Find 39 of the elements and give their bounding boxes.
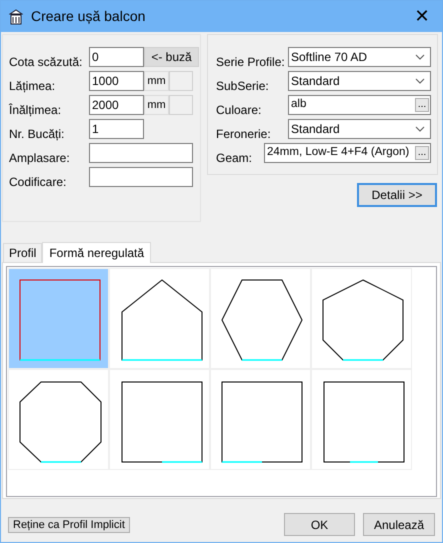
field-label: Nr. Bucăți: bbox=[9, 127, 66, 141]
building-icon bbox=[9, 8, 23, 24]
input-field[interactable] bbox=[89, 143, 193, 163]
input-field[interactable] bbox=[89, 167, 193, 187]
chevron-down-icon bbox=[415, 54, 425, 60]
input-field[interactable]: 1000 bbox=[89, 71, 144, 91]
chevron-down-icon bbox=[415, 126, 425, 132]
tab[interactable]: Profil bbox=[3, 243, 42, 262]
picker-field[interactable]: 24mm, Low-E 4+F4 (Argon) ... bbox=[264, 143, 431, 163]
field-label: Lățimea: bbox=[9, 79, 56, 93]
field-label: Feronerie: bbox=[216, 127, 272, 141]
chevron-down-icon bbox=[415, 78, 425, 84]
dropdown[interactable]: Softline 70 AD bbox=[288, 47, 431, 67]
field-label: Codificare: bbox=[9, 175, 68, 189]
input-field[interactable]: 0 bbox=[89, 47, 144, 67]
dropdown[interactable]: Standard bbox=[288, 119, 431, 139]
picker-field[interactable]: alb ... bbox=[288, 95, 431, 115]
cancel-button[interactable]: Anulează bbox=[363, 513, 435, 536]
unit-label: mm bbox=[144, 71, 169, 91]
details-button[interactable]: Detalii >> bbox=[357, 183, 437, 207]
input-field[interactable]: 2000 bbox=[89, 95, 144, 115]
lip-button[interactable]: <- buză bbox=[144, 47, 199, 67]
close-button[interactable]: ✕ bbox=[402, 1, 442, 32]
window-title: Creare ușă balcon bbox=[31, 7, 146, 26]
field-label: Înălțimea: bbox=[9, 103, 62, 117]
set-default-button[interactable]: Reține ca Profil Implicit bbox=[8, 516, 130, 532]
input-field[interactable]: 1 bbox=[89, 119, 144, 139]
field-label: Culoare: bbox=[216, 103, 262, 117]
field-label: SubSerie: bbox=[216, 79, 270, 93]
tab[interactable]: Formă neregulată bbox=[42, 242, 152, 263]
field-label: Amplasare: bbox=[9, 151, 71, 165]
dropdown[interactable]: Standard bbox=[288, 71, 431, 91]
field-label: Geam: bbox=[216, 151, 254, 165]
ok-button[interactable]: OK bbox=[284, 513, 355, 536]
field-label: Serie Profile: bbox=[216, 55, 286, 69]
unit-label: mm bbox=[144, 95, 169, 115]
field-label: Cota scăzută: bbox=[9, 55, 84, 69]
browse-button[interactable]: ... bbox=[415, 146, 429, 160]
browse-button[interactable]: ... bbox=[415, 98, 429, 112]
